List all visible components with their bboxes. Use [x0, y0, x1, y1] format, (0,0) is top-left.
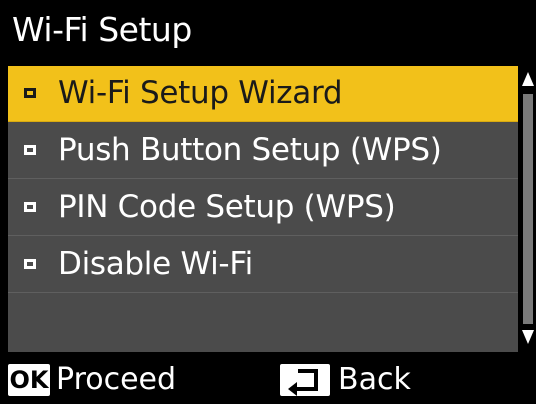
- menu-item-label: Push Button Setup (WPS): [58, 132, 442, 168]
- menu-item-push-button-setup[interactable]: Push Button Setup (WPS): [8, 123, 518, 179]
- bullet-icon: [24, 202, 36, 212]
- menu-item-label: Wi-Fi Setup Wizard: [58, 75, 343, 111]
- proceed-label: Proceed: [56, 362, 177, 397]
- menu-item-pin-code-setup[interactable]: PIN Code Setup (WPS): [8, 180, 518, 236]
- menu-item-disable-wifi[interactable]: Disable Wi-Fi: [8, 237, 518, 293]
- menu-list: Wi-Fi Setup Wizard Push Button Setup (WP…: [8, 66, 518, 352]
- scroll-track[interactable]: [523, 94, 533, 324]
- back-label: Back: [338, 362, 411, 397]
- menu-item-label: PIN Code Setup (WPS): [58, 189, 396, 225]
- screen-title: Wi-Fi Setup: [12, 10, 192, 49]
- scrollbar[interactable]: [520, 66, 536, 352]
- title-bar: Wi-Fi Setup: [0, 0, 536, 62]
- footer-bar: OK Proceed Back: [0, 356, 536, 404]
- printer-lcd-screen: Wi-Fi Setup Wi-Fi Setup Wizard Push Butt…: [0, 0, 536, 404]
- scroll-up-arrow-icon[interactable]: [522, 72, 534, 86]
- menu-item-label: Disable Wi-Fi: [58, 246, 253, 282]
- bullet-icon: [24, 145, 36, 155]
- back-arrow-icon[interactable]: [280, 364, 330, 396]
- ok-key-icon[interactable]: OK: [8, 364, 50, 396]
- scroll-down-arrow-icon[interactable]: [522, 330, 534, 344]
- bullet-icon: [24, 259, 36, 269]
- menu-item-empty: [8, 294, 518, 350]
- bullet-icon: [24, 88, 36, 98]
- menu-item-wifi-setup-wizard[interactable]: Wi-Fi Setup Wizard: [8, 66, 518, 122]
